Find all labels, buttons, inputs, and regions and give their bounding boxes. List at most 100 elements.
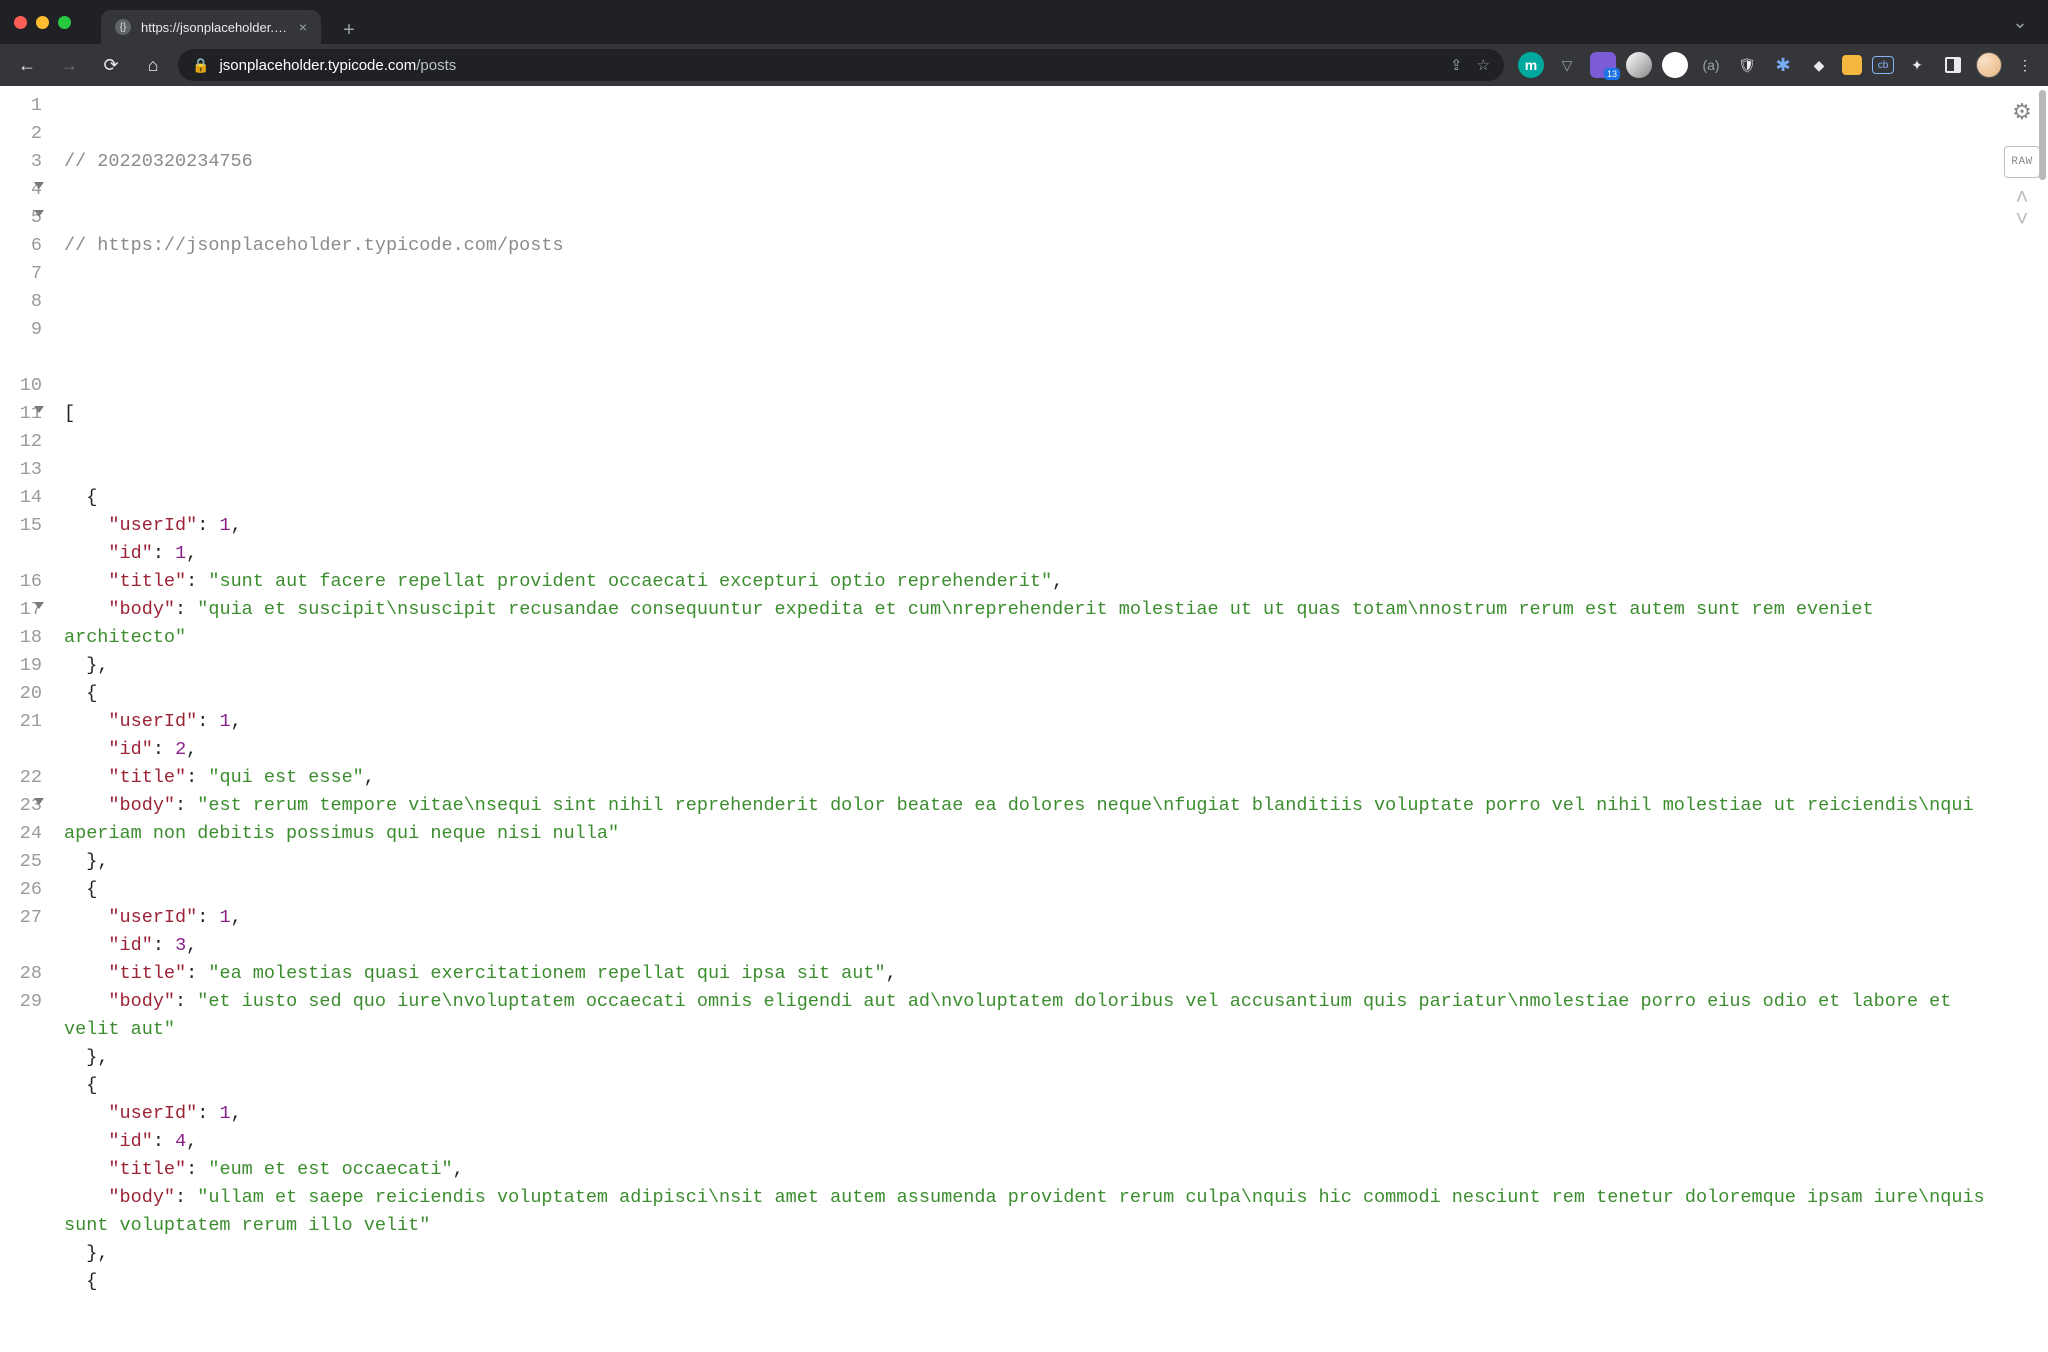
json-line: "id": 4,: [64, 1128, 1988, 1156]
tab-title: https://jsonplaceholder.typicoc: [141, 20, 289, 35]
json-line: "id": 2,: [64, 736, 1988, 764]
json-line: "userId": 1,: [64, 1100, 1988, 1128]
line-number: 6: [0, 232, 42, 260]
extension-icon[interactable]: [1842, 55, 1862, 75]
json-line: {: [64, 680, 1988, 708]
json-line: "body": "ullam et saepe reiciendis volup…: [64, 1184, 1988, 1240]
browser-toolbar: ← → ⟳ ⌂ 🔒 jsonplaceholder.typicode.com/p…: [0, 44, 2048, 86]
json-line: "userId": 1,: [64, 904, 1988, 932]
reload-button[interactable]: ⟳: [94, 48, 128, 82]
json-line: "body": "est rerum tempore vitae\nsequi …: [64, 792, 1988, 848]
line-number: 1: [0, 92, 42, 120]
bookmark-icon[interactable]: ☆: [1477, 56, 1490, 74]
forward-button[interactable]: →: [52, 48, 86, 82]
line-number: 9: [0, 316, 42, 372]
blank-line: [64, 316, 1988, 344]
line-number: 5: [0, 204, 42, 232]
minimize-window-button[interactable]: [36, 16, 49, 29]
extension-icon[interactable]: m: [1518, 52, 1544, 78]
gear-icon[interactable]: ⚙: [2004, 96, 2040, 132]
json-viewer-tools: ⚙ RAW ˄ ˅: [2004, 96, 2040, 228]
extension-icon[interactable]: ✱: [1770, 52, 1796, 78]
json-line: },: [64, 652, 1988, 680]
tab-favicon-icon: {}: [115, 19, 131, 35]
fold-toggle-icon[interactable]: [34, 798, 44, 805]
extension-icon[interactable]: 13: [1590, 52, 1616, 78]
json-line: {: [64, 484, 1988, 512]
tab-overflow-button[interactable]: ⌄: [2006, 8, 2034, 36]
home-button[interactable]: ⌂: [136, 48, 170, 82]
json-line: [: [64, 400, 1988, 428]
line-number: 21: [0, 708, 42, 764]
extension-icon[interactable]: (a): [1698, 52, 1724, 78]
profile-avatar[interactable]: [1976, 52, 2002, 78]
extension-icon[interactable]: [1626, 52, 1652, 78]
json-line: {: [64, 1072, 1988, 1100]
line-number: 15: [0, 512, 42, 568]
json-line: "id": 1,: [64, 540, 1988, 568]
address-bar[interactable]: 🔒 jsonplaceholder.typicode.com/posts ⇪ ☆: [178, 49, 1504, 81]
fold-toggle-icon[interactable]: [34, 182, 44, 189]
line-number: 13: [0, 456, 42, 484]
line-number: 12: [0, 428, 42, 456]
extension-icon[interactable]: 🛡: [1734, 52, 1760, 78]
line-number: 27: [0, 904, 42, 960]
address-bar-actions: ⇪ ☆: [1450, 56, 1490, 74]
chevron-up-icon[interactable]: ˄: [2015, 188, 2028, 210]
close-window-button[interactable]: [14, 16, 27, 29]
extension-icon[interactable]: ▽: [1554, 52, 1580, 78]
extensions-menu-icon[interactable]: ✦: [1904, 52, 1930, 78]
json-line: {: [64, 876, 1988, 904]
line-number: 16: [0, 568, 42, 596]
json-code-area[interactable]: // 20220320234756 // https://jsonplaceho…: [52, 86, 2048, 1201]
back-button[interactable]: ←: [10, 48, 44, 82]
line-number: 29: [0, 988, 42, 1016]
line-number: 20: [0, 680, 42, 708]
extension-icon[interactable]: cb: [1872, 56, 1894, 74]
json-line: },: [64, 848, 1988, 876]
line-number: 11: [0, 400, 42, 428]
fold-toggle-icon[interactable]: [34, 602, 44, 609]
line-number: 18: [0, 624, 42, 652]
tab-strip: {} https://jsonplaceholder.typicoc × +: [101, 0, 363, 44]
browser-tab[interactable]: {} https://jsonplaceholder.typicoc ×: [101, 10, 321, 44]
fold-toggle-icon[interactable]: [34, 406, 44, 413]
json-line: "body": "et iusto sed quo iure\nvoluptat…: [64, 988, 1988, 1044]
json-line: {: [64, 1268, 1988, 1296]
line-number: 10: [0, 372, 42, 400]
close-tab-icon[interactable]: ×: [299, 20, 307, 34]
line-number: 8: [0, 288, 42, 316]
expand-collapse-buttons[interactable]: ˄ ˅: [2004, 192, 2040, 228]
line-number: 28: [0, 960, 42, 988]
window-titlebar: {} https://jsonplaceholder.typicoc × + ⌄: [0, 0, 2048, 44]
raw-toggle-button[interactable]: RAW: [2004, 146, 2040, 178]
extension-icon[interactable]: ◆: [1806, 52, 1832, 78]
json-line: },: [64, 1240, 1988, 1268]
line-number: 3: [0, 148, 42, 176]
line-number: 14: [0, 484, 42, 512]
json-viewer: ⚙ RAW ˄ ˅ 123456789101112131415161718192…: [0, 86, 2048, 1201]
json-line: "title": "sunt aut facere repellat provi…: [64, 568, 1988, 596]
line-number: 19: [0, 652, 42, 680]
comment-line: // https://jsonplaceholder.typicode.com/…: [64, 232, 1988, 260]
line-number: 2: [0, 120, 42, 148]
line-number: 23: [0, 792, 42, 820]
line-number: 24: [0, 820, 42, 848]
maximize-window-button[interactable]: [58, 16, 71, 29]
new-tab-button[interactable]: +: [335, 16, 363, 44]
line-number: 7: [0, 260, 42, 288]
scrollbar-thumb[interactable]: [2039, 90, 2046, 180]
side-panel-icon[interactable]: [1940, 52, 1966, 78]
kebab-menu-icon[interactable]: ⋮: [2012, 52, 2038, 78]
comment-line: // 20220320234756: [64, 148, 1988, 176]
share-icon[interactable]: ⇪: [1450, 56, 1463, 74]
window-controls: [14, 16, 71, 29]
fold-toggle-icon[interactable]: [34, 210, 44, 217]
line-number: 22: [0, 764, 42, 792]
json-line: "userId": 1,: [64, 708, 1988, 736]
line-number: 17: [0, 596, 42, 624]
json-line: "userId": 1,: [64, 512, 1988, 540]
json-line: "title": "qui est esse",: [64, 764, 1988, 792]
extension-icon[interactable]: [1662, 52, 1688, 78]
chevron-down-icon[interactable]: ˅: [2015, 210, 2028, 232]
